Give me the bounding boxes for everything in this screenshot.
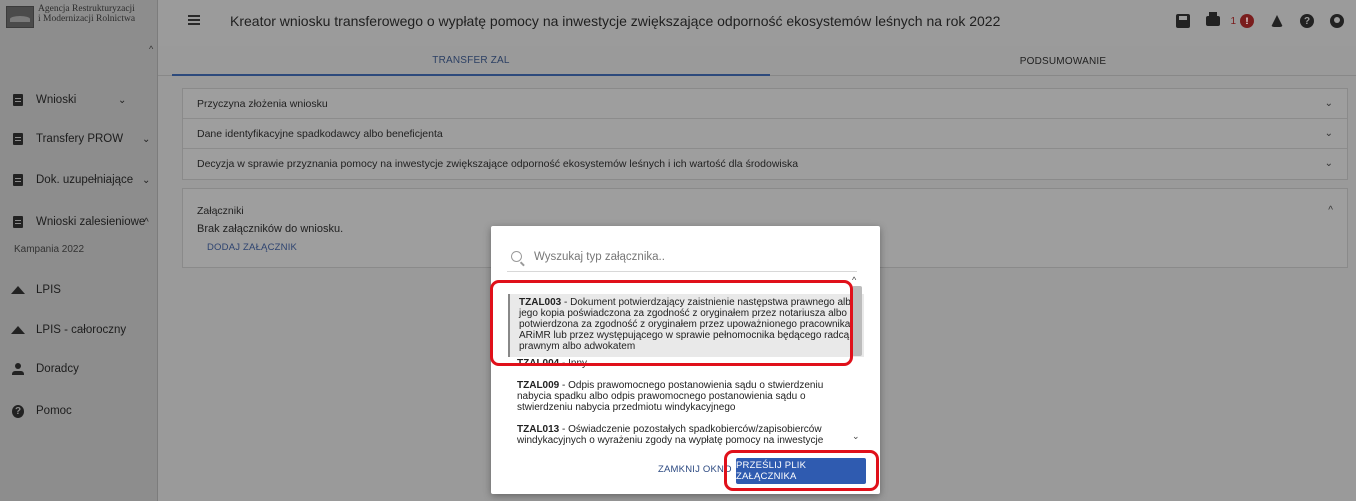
sidebar-item-label: Doradcy bbox=[36, 363, 79, 375]
sidebar-item-label: LPIS bbox=[36, 284, 61, 296]
item-code: TZAL004 bbox=[517, 358, 560, 369]
section-dane-identyfikacyjne[interactable]: Dane identyfikacyjne spadkodawcy albo be… bbox=[183, 119, 1347, 149]
add-attachment-button[interactable]: DODAJ ZAŁĄCZNIK bbox=[207, 242, 297, 253]
attachment-type-list: TZAL003 - Dokument potwierdzający zaistn… bbox=[491, 274, 880, 446]
sidebar-item-doradcy[interactable]: Doradcy bbox=[0, 358, 158, 380]
search-input[interactable] bbox=[534, 250, 834, 263]
chevron-down-icon: ⌄ bbox=[142, 133, 151, 145]
sidebar-item-pomoc[interactable]: ? Pomoc bbox=[0, 400, 158, 422]
sidebar-item-lpis[interactable]: LPIS bbox=[0, 279, 158, 301]
sidebar-item-lpis-caloroczny[interactable]: LPIS - całoroczny bbox=[0, 319, 158, 341]
person-icon bbox=[12, 363, 24, 375]
sidebar-subitem-kampania[interactable]: Kampania 2022 bbox=[14, 244, 84, 255]
arimr-logo-icon bbox=[6, 6, 34, 28]
sidebar-item-label: Transfery PROW bbox=[36, 133, 124, 145]
sidebar-item-label: Pomoc bbox=[36, 405, 72, 417]
chevron-down-icon: ⌄ bbox=[1324, 128, 1333, 139]
search-icon bbox=[511, 251, 522, 262]
list-item-tzal003[interactable]: TZAL003 - Dokument potwierdzający zaistn… bbox=[508, 294, 864, 357]
list-item-tzal009[interactable]: TZAL009 - Odpis prawomocnego postanowien… bbox=[508, 377, 864, 416]
arimr-logo[interactable]: Agencja Restrukturyzacji i Modernizacji … bbox=[6, 4, 156, 40]
logo-line-1: Agencja Restrukturyzacji bbox=[38, 4, 135, 14]
sidebar-item-label: Dok. uzupełniające bbox=[36, 174, 134, 186]
chevron-up-icon[interactable]: ^ bbox=[1328, 205, 1333, 216]
item-code: TZAL009 bbox=[517, 380, 560, 391]
document-icon bbox=[12, 133, 24, 145]
document-icon bbox=[12, 94, 24, 106]
sidebar-item-transfery-prow[interactable]: Transfery PROW ⌄ bbox=[0, 128, 158, 150]
item-code: TZAL003 bbox=[519, 297, 562, 308]
sidebar-item-wnioski-zalesieniowe[interactable]: Wnioski zalesieniowe ^ bbox=[0, 211, 158, 233]
alert-icon[interactable]: ! bbox=[1240, 14, 1254, 28]
help-icon: ? bbox=[12, 404, 24, 418]
mountain-icon bbox=[11, 324, 25, 336]
item-text: - Odpis prawomocnego postanowienia sądu … bbox=[517, 380, 824, 413]
chevron-down-icon: ⌄ bbox=[142, 174, 151, 186]
sidebar-item-label: Wnioski bbox=[36, 94, 77, 106]
sidebar: Agencja Restrukturyzacji i Modernizacji … bbox=[0, 0, 158, 501]
document-icon bbox=[12, 174, 24, 186]
save-icon[interactable] bbox=[1176, 14, 1191, 28]
search-bar bbox=[507, 242, 857, 272]
section-label[interactable]: Załączniki bbox=[197, 205, 244, 217]
alert-count: 1 bbox=[1230, 15, 1236, 27]
item-code: TZAL013 bbox=[517, 424, 560, 435]
list-scrollbar-thumb[interactable] bbox=[852, 286, 862, 356]
sidebar-scroll-up-icon[interactable]: ^ bbox=[149, 44, 153, 54]
form-sections: Przyczyna złożenia wniosku ⌄ Dane identy… bbox=[182, 88, 1348, 180]
document-icon bbox=[12, 216, 24, 228]
tab-podsumowanie[interactable]: PODSUMOWANIE bbox=[770, 46, 1356, 76]
toolbar-icons: 1 ! ? bbox=[1160, 11, 1344, 31]
chevron-down-icon: ⌄ bbox=[1324, 158, 1333, 169]
item-text: - Inny bbox=[559, 358, 588, 369]
upload-attachment-button[interactable]: PRZEŚLIJ PLIK ZAŁĄCZNIKA bbox=[736, 458, 866, 484]
top-bar: Kreator wniosku transferowego o wypłatę … bbox=[158, 0, 1356, 46]
hamburger-menu-icon[interactable] bbox=[188, 15, 200, 25]
logo-line-2: i Modernizacji Rolnictwa bbox=[38, 14, 136, 24]
help-question-icon[interactable]: ? bbox=[1300, 14, 1314, 28]
item-text: - Oświadczenie pozostałych spadkobierców… bbox=[517, 424, 824, 446]
sidebar-item-wnioski[interactable]: Wnioski ⌄ bbox=[0, 89, 158, 111]
page-title: Kreator wniosku transferowego o wypłatę … bbox=[230, 13, 1001, 29]
section-label: Decyzja w sprawie przyznania pomocy na i… bbox=[197, 158, 799, 170]
user-account-icon[interactable] bbox=[1330, 14, 1344, 28]
section-label: Przyczyna złożenia wniosku bbox=[197, 97, 328, 110]
chevron-down-icon: ⌄ bbox=[1324, 98, 1333, 109]
sidebar-item-dok-uzupelniajace[interactable]: Dok. uzupełniające ⌄ bbox=[0, 169, 158, 191]
attachments-empty-text: Brak załączników do wniosku. bbox=[197, 223, 344, 235]
section-label: Dane identyfikacyjne spadkodawcy albo be… bbox=[197, 127, 443, 140]
tab-bar: TRANSFER ZAL PODSUMOWANIE bbox=[158, 46, 1356, 76]
close-dialog-button[interactable]: ZAMKNIJ OKNO bbox=[658, 464, 732, 475]
item-text: - Dokument potwierdzający zaistnienie na… bbox=[519, 297, 857, 352]
section-decyzja[interactable]: Decyzja w sprawie przyznania pomocy na i… bbox=[183, 149, 1347, 179]
sidebar-item-label: Wnioski zalesieniowe bbox=[36, 216, 146, 228]
bell-icon[interactable] bbox=[1270, 14, 1284, 28]
sidebar-item-label: LPIS - całoroczny bbox=[36, 324, 127, 336]
section-przyczyna[interactable]: Przyczyna złożenia wniosku ⌄ bbox=[183, 89, 1347, 119]
mountain-icon bbox=[11, 284, 25, 296]
list-item-tzal013[interactable]: TZAL013 - Oświadczenie pozostałych spadk… bbox=[508, 421, 864, 446]
scroll-down-icon[interactable]: ⌄ bbox=[852, 431, 860, 442]
print-icon[interactable] bbox=[1206, 12, 1221, 26]
chevron-up-icon: ^ bbox=[144, 216, 149, 228]
scroll-up-icon[interactable]: ^ bbox=[852, 275, 856, 285]
tab-transfer-zal[interactable]: TRANSFER ZAL bbox=[172, 46, 770, 76]
list-item-tzal004[interactable]: TZAL004 - Inny bbox=[508, 358, 864, 372]
attachment-type-dialog: TZAL003 - Dokument potwierdzający zaistn… bbox=[491, 226, 880, 494]
chevron-down-icon: ⌄ bbox=[118, 94, 127, 106]
